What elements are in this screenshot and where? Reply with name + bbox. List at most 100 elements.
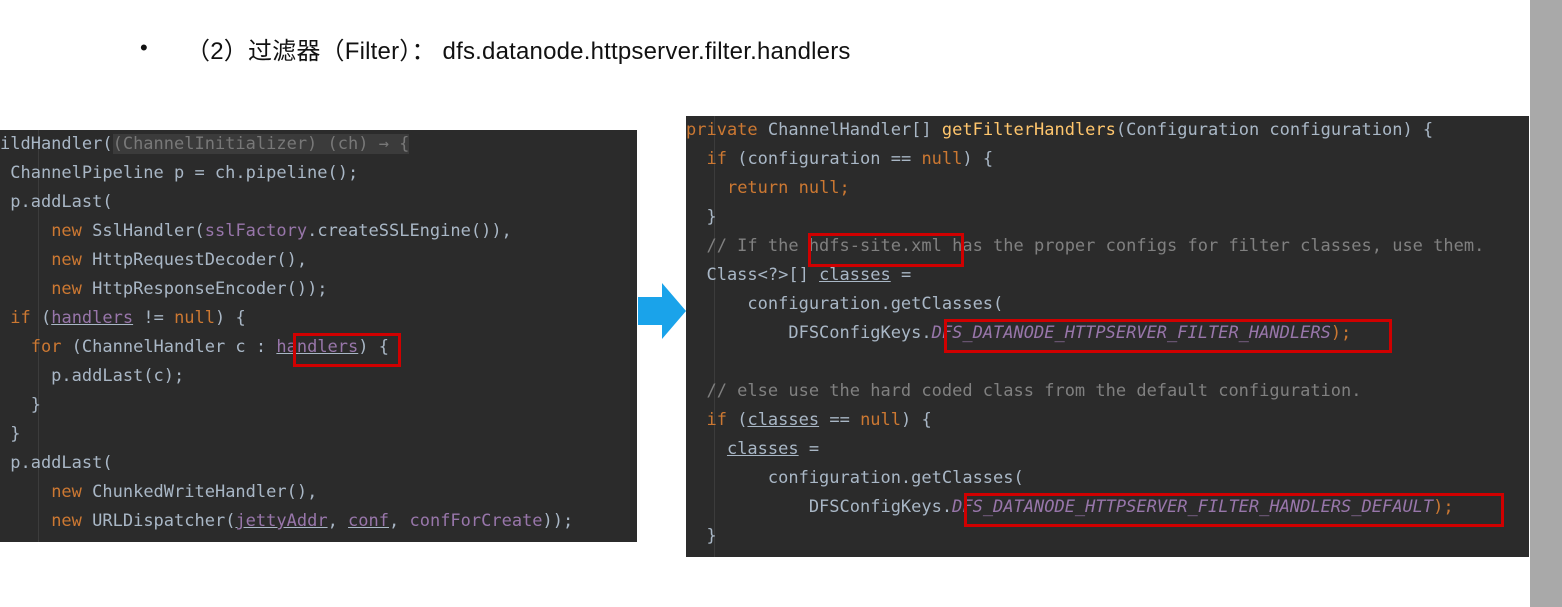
code-token: HttpResponseEncoder()); (92, 279, 328, 299)
code-token: } (686, 207, 717, 227)
code-token: getFilterHandlers (941, 120, 1116, 140)
code-token: } (686, 526, 717, 546)
highlight-box-hdfs-site-xml (808, 233, 964, 267)
code-token: ( (40, 308, 52, 328)
code-line: p.addLast( (0, 449, 637, 478)
code-token: ) { (901, 410, 932, 430)
code-token: null (921, 149, 963, 169)
code-token: return null; (726, 178, 850, 198)
code-line: if (handlers != null) { (0, 304, 637, 333)
code-token: ChannelHandler[] (767, 120, 942, 140)
code-token: new (51, 279, 93, 299)
header-text: （2）过滤器（Filter）： dfs.datanode.httpserver.… (186, 37, 851, 65)
code-token: ( (737, 410, 748, 430)
code-line: new HttpRequestDecoder(), (0, 246, 637, 275)
code-token: DFSConfigKeys. (686, 497, 953, 517)
code-line: ildHandler((ChannelInitializer) (ch) → { (0, 130, 637, 159)
code-token: p.addLast( (0, 192, 113, 212)
code-line: if (configuration == null) { (686, 145, 1529, 174)
code-token: new (51, 250, 93, 270)
code-token: (Configuration configuration) { (1115, 120, 1434, 140)
code-token: null (174, 308, 216, 328)
code-token: (ChannelInitializer) (ch) → { (112, 134, 410, 154)
code-token: ildHandler( (0, 134, 113, 154)
code-token: .createSSLEngine()), (307, 221, 512, 241)
code-line: if (classes == null) { (686, 406, 1529, 435)
highlight-box-filter-handlers (944, 319, 1392, 353)
code-token: if (706, 410, 738, 430)
code-token: configuration.getClasses( (686, 294, 1004, 314)
left-code-panel: ildHandler((ChannelInitializer) (ch) → {… (0, 130, 637, 542)
code-token: sslFactory (204, 221, 308, 241)
code-line: } (686, 203, 1529, 232)
arrow-shape (638, 283, 686, 339)
code-token: classes (726, 439, 799, 459)
code-token: } (0, 424, 21, 444)
code-token: ) { (962, 149, 994, 169)
code-token: for (30, 337, 72, 357)
code-token: , (327, 511, 349, 531)
code-token: if (706, 149, 738, 169)
code-line: // else use the hard coded class from th… (686, 377, 1529, 406)
code-line: p.addLast( (0, 188, 637, 217)
code-token: new (51, 511, 93, 531)
code-token: } (0, 395, 41, 415)
code-token: if (10, 308, 41, 328)
code-token: classes (747, 410, 820, 430)
code-line: return null; (686, 174, 1529, 203)
code-token: = (890, 265, 912, 285)
code-token: URLDispatcher( (92, 511, 236, 531)
code-token: (configuration == (737, 149, 922, 169)
code-token: (ChannelHandler c : (71, 337, 277, 357)
right-edge-strip (1530, 0, 1562, 607)
code-token: conf (348, 511, 389, 531)
code-token: )); (542, 511, 574, 531)
bullet-point: • (140, 35, 148, 60)
right-code-panel: private ChannelHandler[] getFilterHandle… (686, 116, 1529, 557)
code-token: new (51, 221, 93, 241)
code-token: ChannelPipeline p = ch.pipeline(); (0, 163, 359, 183)
code-line: new ChunkedWriteHandler(), (0, 478, 637, 507)
code-line: configuration.getClasses( (686, 290, 1529, 319)
code-line: configuration.getClasses( (686, 464, 1529, 493)
highlight-box-filter-handlers-default (964, 493, 1504, 527)
code-token: // If the hdfs-site.xml has the proper c… (686, 236, 1485, 256)
code-token: ChunkedWriteHandler(), (92, 482, 318, 502)
code-token: null (860, 410, 902, 430)
code-token: private (686, 120, 768, 140)
code-line: } (0, 391, 637, 420)
code-line: ChannelPipeline p = ch.pipeline(); (0, 159, 637, 188)
code-token: p.addLast( (0, 453, 113, 473)
code-line: new SslHandler(sslFactory.createSSLEngin… (0, 217, 637, 246)
code-token: handlers (51, 308, 134, 328)
code-token: HttpRequestDecoder(), (92, 250, 308, 270)
code-token: != (133, 308, 175, 328)
code-token: configuration.getClasses( (686, 468, 1024, 488)
slide-header: • （2）过滤器（Filter）： dfs.datanode.httpserve… (140, 28, 851, 68)
code-line: classes = (686, 435, 1529, 464)
code-token: jettyAddr (235, 511, 328, 531)
code-line: private ChannelHandler[] getFilterHandle… (686, 116, 1529, 145)
code-token: = (798, 439, 820, 459)
code-line: } (0, 420, 637, 449)
code-token: SslHandler( (92, 221, 205, 241)
highlight-box-handlers (293, 333, 401, 367)
code-token: , (389, 511, 410, 531)
code-token: Class<?>[] (686, 265, 820, 285)
code-token: new (51, 482, 93, 502)
code-token: classes (819, 265, 891, 285)
code-token: ) { (215, 308, 246, 328)
code-token: == (819, 410, 861, 430)
code-line: new URLDispatcher(jettyAddr, conf, confF… (0, 507, 637, 536)
code-line: new HttpResponseEncoder()); (0, 275, 637, 304)
